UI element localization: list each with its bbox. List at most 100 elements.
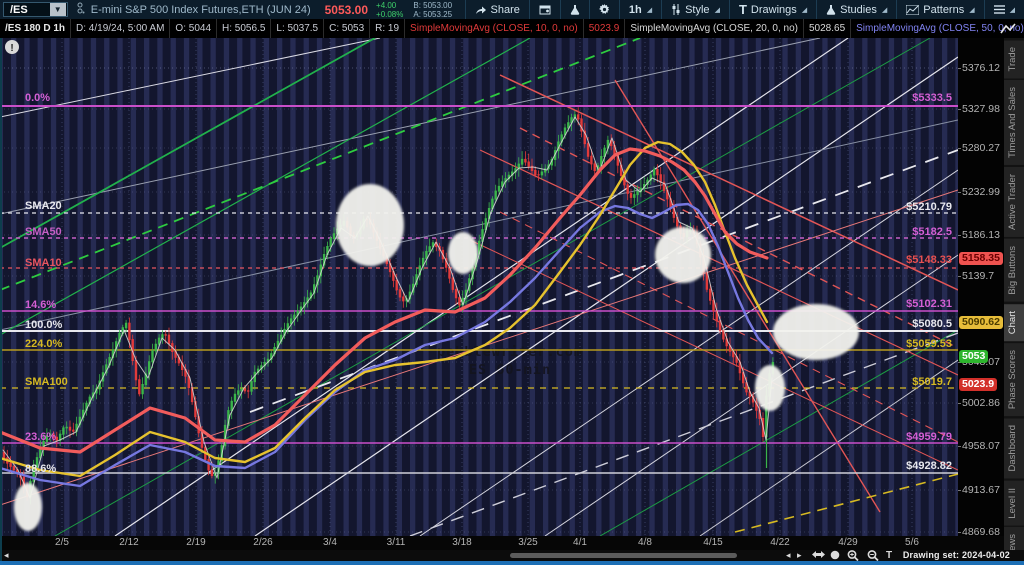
toolbar-buttons: Share 1h ◢ Style ◢ T Drawings ◢ Studies …: [464, 0, 1024, 19]
trading-platform-window: { "toolbar": { "symbol": "/ES", "descrip…: [0, 0, 1024, 565]
highlight-ellipse[interactable]: [655, 227, 711, 283]
axis-tick-mark: [958, 109, 961, 110]
menu-button[interactable]: ◢: [983, 0, 1024, 19]
date-axis-label: 2/5: [55, 537, 69, 548]
pan-right-icon[interactable]: ▸: [797, 550, 802, 561]
level-label: 88.6%: [25, 463, 56, 475]
style-button[interactable]: Style ◢: [661, 0, 729, 19]
sidebar-tab-chart[interactable]: Chart: [1004, 303, 1024, 342]
level-label: 0.0%: [25, 92, 50, 104]
level-label: SMA50: [25, 226, 62, 238]
share-button[interactable]: Share: [464, 0, 529, 19]
hamburger-icon: [993, 5, 1005, 14]
timeframe-button[interactable]: 1h ◢: [618, 0, 661, 19]
instrument-description: E-mini S&P 500 Index Futures,ETH (JUN 24…: [90, 3, 311, 16]
patterns-button[interactable]: Patterns ◢: [896, 0, 983, 19]
symbol-input[interactable]: /ES ▼: [3, 2, 68, 17]
axis-tick-mark: [958, 276, 961, 277]
gear-icon: [598, 4, 609, 15]
flask-icon: [570, 5, 580, 15]
text-note-icon[interactable]: T: [886, 550, 892, 561]
axis-tick-mark: [958, 235, 961, 236]
status-cell: 5028.65: [804, 19, 852, 38]
price-badge: 5053: [959, 350, 989, 363]
sidebar-tab-active-trader[interactable]: Active Trader: [1004, 167, 1024, 238]
drawing-set-selector[interactable]: Drawing set: 2024-04-02: [903, 550, 1010, 561]
price-axis-label: 5327.98: [962, 103, 1000, 115]
level-label: $4928.82: [906, 460, 952, 472]
axis-tick-mark: [958, 68, 961, 69]
status-cell: L: 5037.5: [271, 19, 325, 38]
date-axis-label: 5/6: [905, 537, 919, 548]
price-axis-label: 5232.99: [962, 186, 1000, 198]
price-badge: 5158.35: [959, 252, 1003, 265]
level-label: 14.6%: [25, 299, 56, 311]
price-axis-label: 5376.12: [962, 62, 1000, 74]
price-axis-label: 4958.07: [962, 440, 1000, 452]
top-toolbar: /ES ▼ E-mini S&P 500 Index Futures,ETH (…: [0, 0, 1024, 19]
time-axis[interactable]: 2/5 2/12 2/19 2/26 3/4 3/11 3/18 3/25 4/1 4/8 4/15…: [0, 536, 1004, 550]
level-label: $5333.5: [912, 92, 952, 104]
date-axis-label: 4/29: [838, 537, 858, 548]
price-axis-label: 5186.13: [962, 229, 1000, 241]
link-symbol-icon[interactable]: [76, 2, 85, 17]
level-label: 100.0%: [25, 319, 63, 331]
sidebar-tab-phase-scores[interactable]: Phase Scores: [1004, 343, 1024, 417]
level-label: $5210.79: [906, 201, 952, 213]
sidebar-tab-dashboard[interactable]: Dashboard: [1004, 418, 1024, 479]
highlight-ellipse[interactable]: [755, 365, 785, 411]
bid-ask: B: 5053.00 A: 5053.25: [413, 0, 453, 19]
axis-tick-mark: [958, 148, 961, 149]
level-label: $4959.79: [906, 431, 952, 443]
date-axis-label: 4/1: [573, 537, 587, 548]
price-badge: 5090.62: [959, 316, 1003, 329]
horizontal-scrollbar[interactable]: [510, 553, 737, 558]
date-axis-label: 2/26: [253, 537, 273, 548]
level-label: $5182.5: [912, 226, 952, 238]
highlight-ellipse[interactable]: [773, 304, 859, 360]
chart-plot-area[interactable]: pebblewriter.com ES 60-min 0.0% SMA20 SMA50 S…: [0, 37, 959, 537]
price-axis[interactable]: 5376.12 5327.98 5280.27 5232.99 5186.13 5139.…: [958, 38, 1004, 538]
axis-tick-mark: [958, 490, 961, 491]
status-cell: SimpleMovingAvg (CLOSE, 10, 0, no): [405, 19, 584, 38]
watermark-line2: ES 60-min: [469, 362, 551, 378]
candlestick-chart-svg: pebblewriter.comES 60-min0.0%SMA20SMA50S…: [0, 37, 959, 537]
date-axis-label: 2/19: [186, 537, 206, 548]
highlight-ellipse[interactable]: [336, 184, 404, 266]
level-label: $5148.33: [906, 254, 952, 266]
status-cell: H: 5056.5: [217, 19, 272, 38]
window-left-border: [0, 38, 2, 561]
highlight-ellipse[interactable]: [448, 232, 478, 274]
date-axis-label: 3/11: [386, 537, 406, 548]
level-label: $5019.7: [912, 376, 952, 388]
level-label: $5102.31: [906, 298, 952, 310]
analyze-button[interactable]: [559, 0, 589, 19]
status-cell: R: 19: [370, 19, 406, 38]
level-label: 23.6%: [25, 431, 56, 443]
level-label: $5059.53: [906, 338, 952, 350]
pan-left-icon[interactable]: ◂: [786, 550, 791, 561]
settings-button[interactable]: [588, 0, 619, 19]
axis-tick-mark: [958, 446, 961, 447]
level-label: SMA10: [25, 257, 62, 269]
scroll-left-edge-icon[interactable]: ◂: [4, 550, 9, 561]
sidebar-tab-trade[interactable]: Trade: [1004, 40, 1024, 79]
status-cell: O: 5044: [170, 19, 218, 38]
window-bottom-border: [0, 561, 1024, 565]
date-axis-label: 3/25: [518, 537, 538, 548]
level-label: SMA20: [25, 200, 62, 212]
right-sidebar: Trade Times And Sales Active Trader Big But…: [1004, 38, 1024, 565]
highlight-ellipse[interactable]: [14, 483, 42, 531]
symbol-dropdown-caret-icon[interactable]: ▼: [49, 3, 66, 16]
sidebar-tab-times-and-sales[interactable]: Times And Sales: [1004, 80, 1024, 166]
drawings-button[interactable]: T Drawings ◢: [728, 0, 816, 19]
onDemand-button[interactable]: [528, 0, 560, 19]
studies-button[interactable]: Studies ◢: [816, 0, 896, 19]
info-icon[interactable]: !: [5, 40, 19, 54]
share-icon: [475, 6, 486, 14]
sidebar-tab-level-ii[interactable]: Level II: [1004, 480, 1024, 526]
price-badge: 5023.9: [959, 378, 998, 391]
studies-flask-icon: [826, 5, 836, 15]
sidebar-tab-big-buttons[interactable]: Big Buttons: [1004, 239, 1024, 302]
style-icon: [672, 4, 680, 15]
